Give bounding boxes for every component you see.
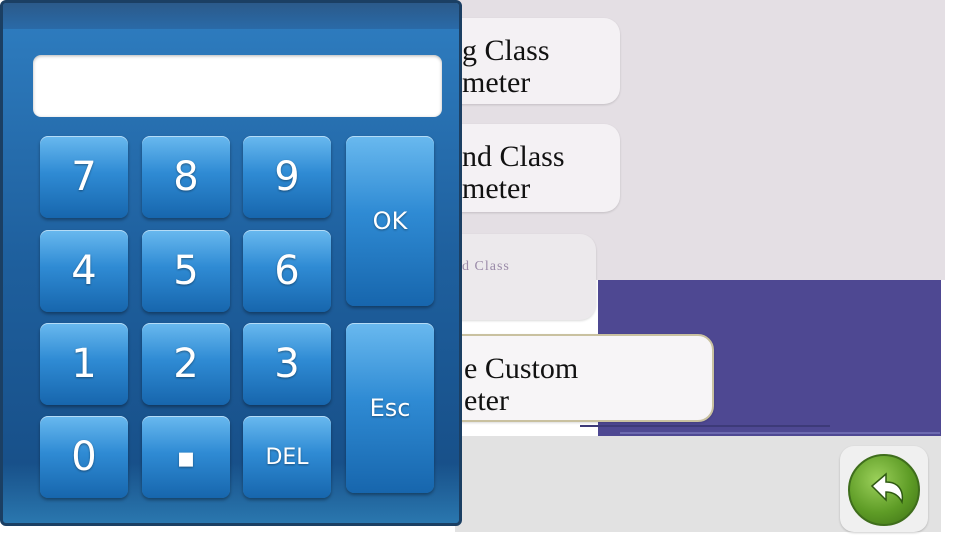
- keypad-title-bar: [3, 3, 459, 29]
- key-9[interactable]: 9: [243, 136, 331, 218]
- custom-parameter-button[interactable]: e Custom eter: [440, 334, 714, 422]
- parameter-button-label: eter: [464, 384, 509, 417]
- key-1[interactable]: 1: [40, 323, 128, 405]
- parameter-button-2[interactable]: nd Class meter: [440, 124, 620, 212]
- key-6[interactable]: 6: [243, 230, 331, 312]
- keypad-display-input[interactable]: [33, 55, 442, 117]
- parameter-button-label: g Class: [462, 34, 550, 67]
- key-decimal-point[interactable]: ▪: [142, 416, 230, 498]
- render-artifact-strip: [941, 280, 961, 547]
- key-5[interactable]: 5: [142, 230, 230, 312]
- parameter-button-1[interactable]: g Class meter: [440, 18, 620, 104]
- parameter-button-3[interactable]: d Class: [440, 234, 596, 320]
- ok-button[interactable]: OK: [346, 136, 434, 306]
- back-button[interactable]: [840, 446, 928, 532]
- render-artifact-line: [580, 425, 830, 427]
- parameter-button-label: d Class: [462, 259, 510, 274]
- key-8[interactable]: 8: [142, 136, 230, 218]
- delete-button[interactable]: DEL: [243, 416, 331, 498]
- parameter-button-label: meter: [462, 66, 531, 99]
- key-7[interactable]: 7: [40, 136, 128, 218]
- esc-button[interactable]: Esc: [346, 323, 434, 493]
- parameter-button-label: e Custom: [464, 352, 579, 385]
- key-4[interactable]: 4: [40, 230, 128, 312]
- key-0[interactable]: 0: [40, 416, 128, 498]
- parameter-button-label: meter: [462, 172, 531, 205]
- parameter-button-label: nd Class: [462, 140, 565, 173]
- numeric-keypad: 7 8 9 OK 4 5 6 1 2 3 Esc 0 ▪ DEL: [0, 0, 462, 526]
- key-3[interactable]: 3: [243, 323, 331, 405]
- key-2[interactable]: 2: [142, 323, 230, 405]
- render-artifact-line: [620, 432, 940, 434]
- back-arrow-icon: [848, 454, 920, 526]
